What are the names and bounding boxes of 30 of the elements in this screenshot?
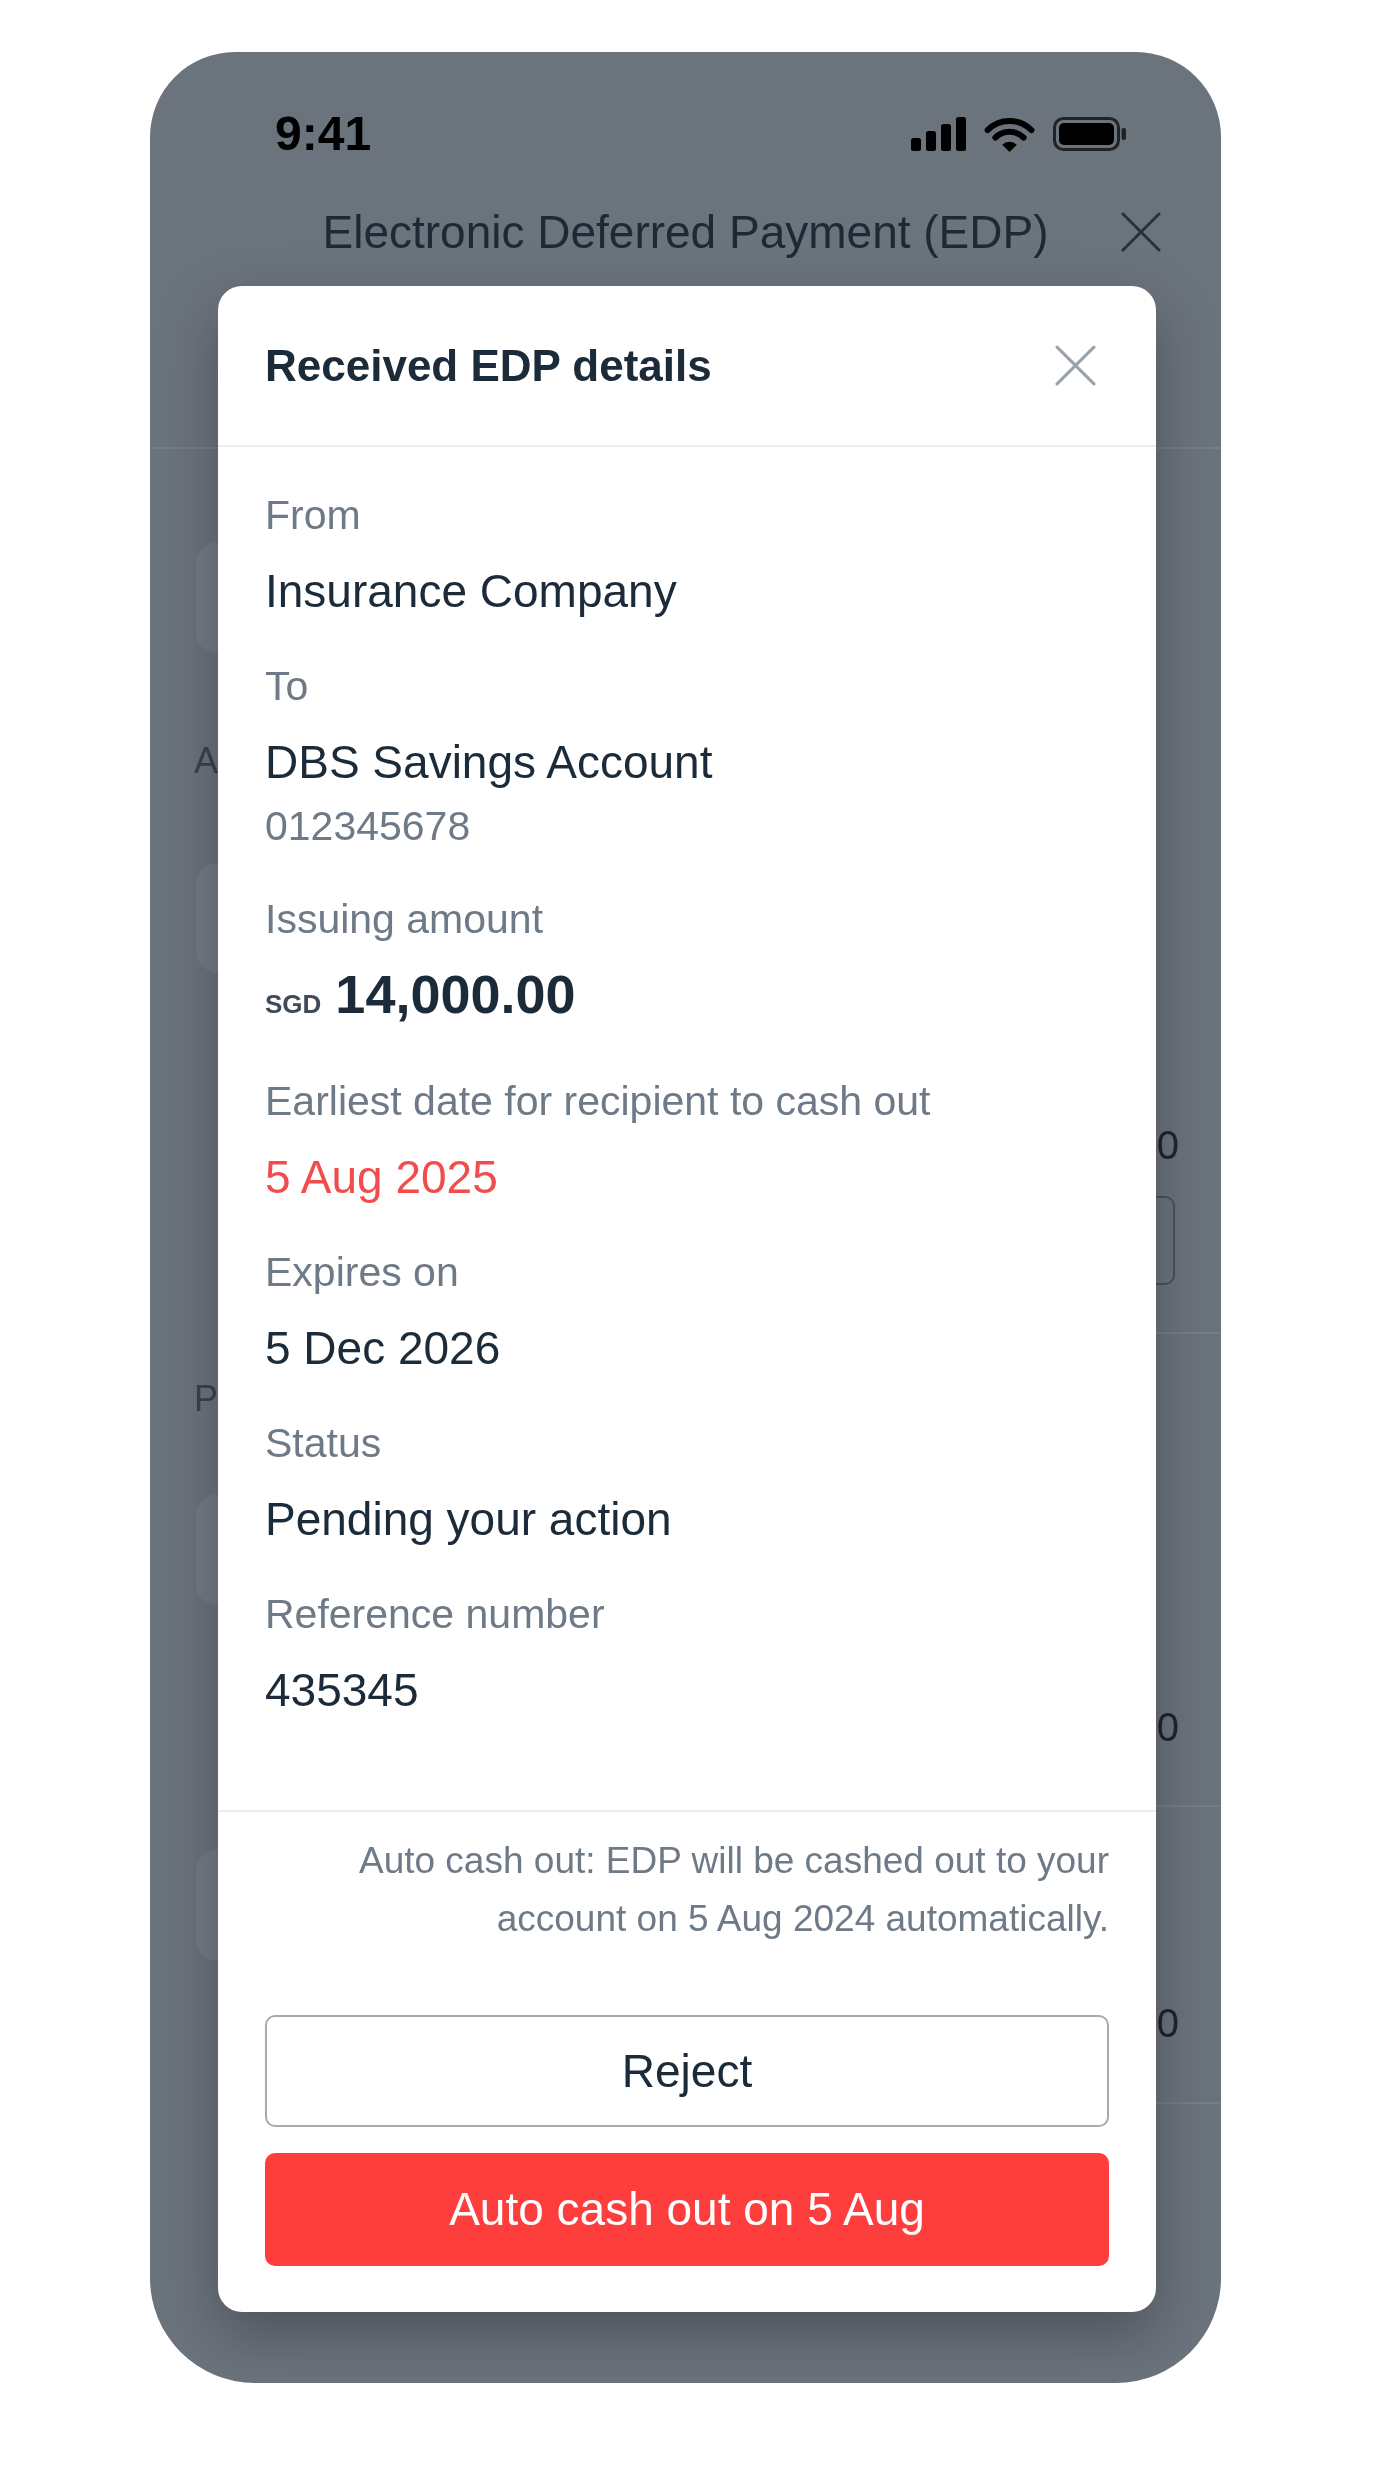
detail-value: Insurance Company bbox=[265, 564, 677, 619]
status-time: 9:41 bbox=[275, 110, 372, 158]
detail-label: Reference number bbox=[265, 1590, 605, 1639]
account-number: 012345678 bbox=[265, 802, 471, 851]
amount-value: 14,000.00 bbox=[335, 963, 576, 1026]
auto-cash-out-note: Auto cash out: EDP will be cashed out to your account on 5 Aug 2024 automatically. bbox=[357, 1839, 1109, 1941]
text-fragment: 0 bbox=[1156, 2000, 1179, 2047]
wifi-icon bbox=[984, 116, 1035, 152]
text-fragment: 0 bbox=[1156, 1122, 1179, 1169]
detail-value: DBS Savings Account bbox=[265, 735, 713, 790]
action-button[interactable]: Auto cash out on 5 Aug bbox=[265, 2153, 1109, 2266]
detail-value: 5 Dec 2026 bbox=[265, 1321, 501, 1376]
detail-label: To bbox=[265, 662, 309, 711]
detail-label: Earliest date for recipient to cash out bbox=[265, 1077, 931, 1126]
detail-value: 435345 bbox=[265, 1663, 419, 1718]
detail-label: From bbox=[265, 491, 361, 540]
currency-code: SGD bbox=[265, 988, 322, 1021]
close-icon[interactable] bbox=[1055, 345, 1096, 386]
dialog-title: Received EDP details bbox=[265, 339, 712, 392]
battery-icon bbox=[1053, 117, 1126, 151]
detail-label: Expires on bbox=[265, 1248, 459, 1297]
outline-button[interactable]: Reject bbox=[265, 2015, 1109, 2127]
detail-value: Pending your action bbox=[265, 1492, 672, 1547]
signal-icon bbox=[911, 117, 966, 151]
detail-value: 5 Aug 2025 bbox=[265, 1150, 498, 1205]
detail-label: Issuing amount bbox=[265, 895, 544, 944]
text-fragment: 0 bbox=[1156, 1704, 1179, 1751]
close-icon bbox=[1121, 212, 1161, 252]
page-title: Electronic Deferred Payment (EDP) bbox=[322, 205, 1049, 260]
detail-label: Status bbox=[265, 1419, 382, 1468]
